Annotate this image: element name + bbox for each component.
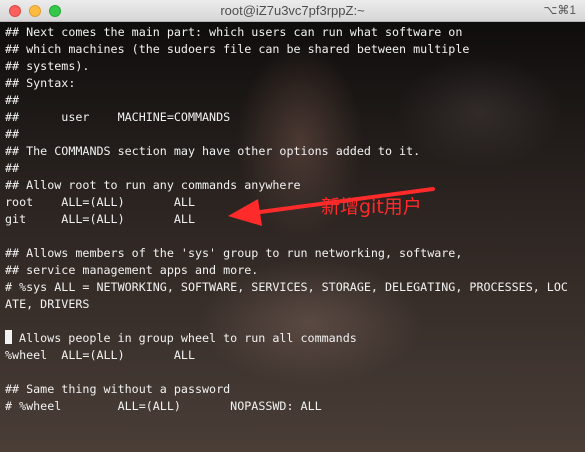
annotation-label: 新增git用户 [321,196,422,218]
terminal-window: root@iZ7u3vc7pf3rppZ:~ ⌥⌘1 ## Next comes… [0,0,585,452]
annotation-arrow-icon [228,187,435,226]
